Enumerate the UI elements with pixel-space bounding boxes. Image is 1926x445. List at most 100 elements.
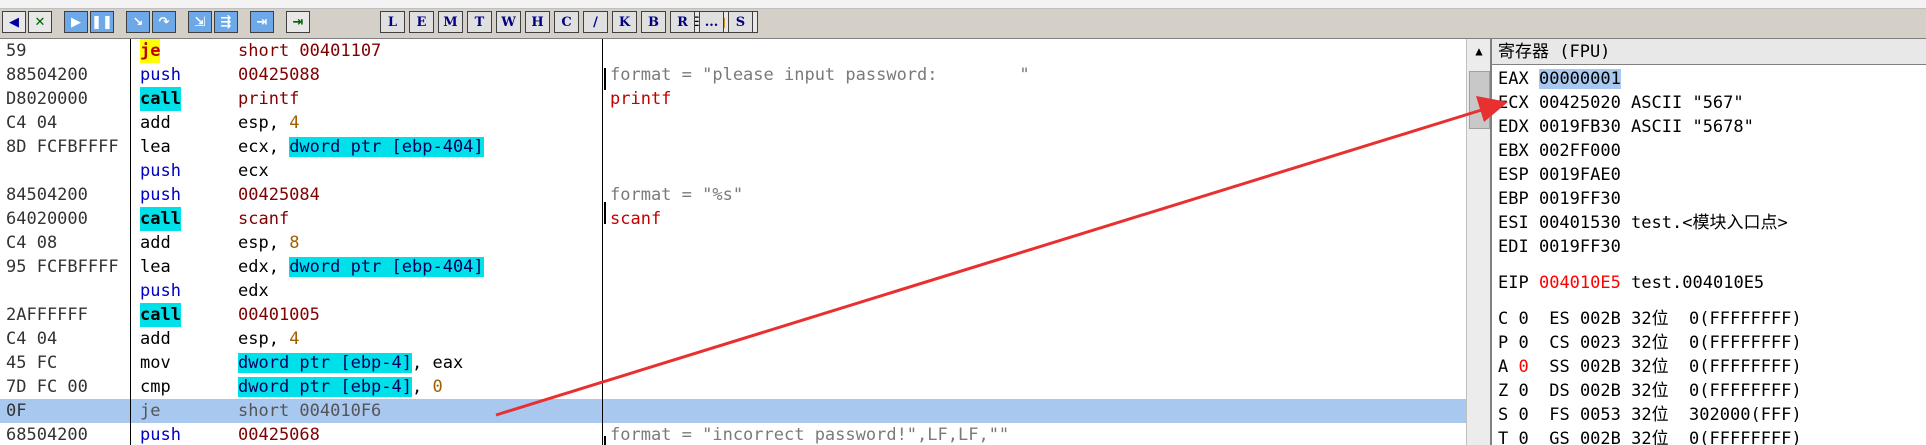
disasm-row[interactable]: 59 je short 00401107 (0, 39, 1466, 63)
register-eax[interactable]: EAX 00000001 (1498, 67, 1621, 91)
register-row[interactable]: EBX 002FF000 (1498, 139, 1621, 163)
toolbar-letter-button[interactable]: R (670, 11, 695, 33)
flag-row[interactable]: Z 0 DS 002B 32位 0(FFFFFFFF) (1498, 379, 1802, 403)
close-icon[interactable]: ✕ (28, 11, 52, 33)
disasm-row[interactable]: push edx (0, 279, 1466, 303)
segment-register[interactable]: SS 002B 32位 0(FFFFFFFF) (1549, 357, 1801, 377)
flag-value[interactable]: 0 (1519, 381, 1529, 401)
register-row[interactable]: EDI 0019FF30 (1498, 235, 1621, 259)
registers-pane[interactable]: 寄存器 (FPU) EAX 00000001 ECX 00425020 ASCI… (1490, 39, 1926, 445)
go-to-icon[interactable]: ⇥ (286, 11, 310, 33)
trace-into-icon[interactable]: ⇲ (188, 11, 212, 33)
disasm-row[interactable]: 95 FCFBFFFF lea edx, dword ptr [ebp-404] (0, 255, 1466, 279)
register-eax-value[interactable]: 00000001 (1538, 69, 1621, 89)
toolbar-letter-button[interactable]: E (409, 11, 434, 33)
flag-value[interactable]: 0 (1519, 333, 1529, 353)
disasm-row[interactable]: 7D FC 00 cmp dword ptr [ebp-4], 0 (0, 375, 1466, 399)
flag-value[interactable]: 0 (1519, 405, 1529, 425)
disasm-row[interactable]: 2AFFFFFF call 00401005 (0, 303, 1466, 327)
disasm-operands: printf (238, 87, 299, 111)
pause-icon[interactable]: ❚❚ (90, 11, 114, 33)
segment-register[interactable]: CS 0023 32位 0(FFFFFFFF) (1549, 333, 1801, 353)
toolbar-letter-button[interactable]: ... (699, 11, 724, 33)
flag-row[interactable]: T 0 GS 002B 32位 0(FFFFFFFF) (1498, 427, 1802, 445)
scroll-up-icon[interactable]: ▲ (1467, 39, 1491, 63)
disasm-mnemonic: cmp (140, 377, 171, 397)
toolbar-letter-button[interactable]: L (380, 11, 405, 33)
disasm-operands: esp, 4 (238, 327, 299, 351)
disasm-mnemonic: push (140, 161, 181, 181)
disasm-mnemonic: call (140, 207, 181, 231)
flag-value[interactable]: 0 (1519, 309, 1529, 329)
disasm-operand: , (412, 377, 433, 397)
disasm-row[interactable]: C4 04 add esp, 4 (0, 327, 1466, 351)
scroll-thumb[interactable] (1469, 71, 1490, 129)
disasm-operands: edx, dword ptr [ebp-404] (238, 255, 484, 279)
execute-till-return-icon[interactable]: ⇥ (250, 11, 274, 33)
trace-over-icon[interactable]: ⇶ (214, 11, 238, 33)
disasm-row[interactable]: C4 04 add esp, 4 (0, 111, 1466, 135)
disasm-operand: dword ptr [ebp-4] (238, 377, 412, 397)
step-over-icon[interactable]: ↷ (152, 11, 176, 33)
register-eip[interactable]: EIP 004010E5 test.004010E5 (1498, 271, 1764, 295)
disassembly-scrollbar[interactable]: ▲ (1466, 39, 1491, 445)
disasm-row[interactable]: 8D FCFBFFFF lea ecx, dword ptr [ebp-404] (0, 135, 1466, 159)
flag-name: C (1498, 309, 1509, 329)
disasm-row[interactable]: 45 FC mov dword ptr [ebp-4], eax (0, 351, 1466, 375)
register-row[interactable]: EDX 0019FB30 ASCII "5678" (1498, 115, 1754, 139)
disasm-operand: printf (238, 89, 300, 109)
registers-header[interactable]: 寄存器 (FPU) (1492, 39, 1926, 65)
segment-register[interactable]: DS 002B 32位 0(FFFFFFFF) (1549, 381, 1801, 401)
disasm-operands: ecx, dword ptr [ebp-404] (238, 135, 484, 159)
disasm-row[interactable]: 84504200 push 00425084 format = "%s" (0, 183, 1466, 207)
disasm-row[interactable]: 64020000 call scanf scanf (0, 207, 1466, 231)
toolbar-letter-button[interactable]: T (467, 11, 492, 33)
printf-call-bracket (604, 436, 612, 445)
register-row[interactable]: EBP 0019FF30 (1498, 187, 1621, 211)
segment-register[interactable]: ES 002B 32位 0(FFFFFFFF) (1549, 309, 1801, 329)
disasm-operand: short 004010F6 (238, 401, 382, 421)
disasm-row-selected[interactable]: 0F je short 004010F6 (0, 399, 1466, 423)
toolbar-letter-button[interactable]: C (554, 11, 579, 33)
toolbar-letter-button[interactable]: / (583, 11, 608, 33)
flag-value[interactable]: 0 (1519, 429, 1529, 445)
disasm-operand: 00425068 (238, 425, 320, 445)
disasm-operand: esp, (238, 329, 290, 349)
flag-name: A (1498, 357, 1509, 377)
flag-row[interactable]: P 0 CS 0023 32位 0(FFFFFFFF) (1498, 331, 1802, 355)
disasm-row[interactable]: D8020000 call printf printf (0, 87, 1466, 111)
disasm-bytes: 0F (6, 401, 27, 421)
disasm-mnemonic: mov (140, 353, 171, 373)
disasm-bytes: C4 08 (6, 233, 58, 253)
flag-value[interactable]: 0 (1519, 357, 1529, 377)
toolbar-letter-button[interactable]: H (525, 11, 550, 33)
disassembly-pane[interactable]: 59 je short 00401107 88504200 push 00425088 fo… (0, 39, 1466, 445)
toolbar-letter-button[interactable]: K (612, 11, 637, 33)
disasm-bytes: D8020000 (6, 89, 88, 109)
toolbar-letter-button[interactable]: B (641, 11, 666, 33)
toolbar-letter-button[interactable]: W (496, 11, 521, 33)
flag-row[interactable]: C 0 ES 002B 32位 0(FFFFFFFF) (1498, 307, 1802, 331)
flag-row[interactable]: S 0 FS 0053 32位 302000(FFF) (1498, 403, 1802, 427)
prev-window-icon[interactable]: ◀ (2, 11, 26, 33)
segment-register[interactable]: GS 002B 32位 0(FFFFFFFF) (1549, 429, 1801, 445)
disasm-comment: scanf (610, 209, 662, 229)
toolbar-letter-button[interactable]: S (728, 11, 753, 33)
disasm-operands: 00401005 (238, 303, 320, 327)
register-row[interactable]: ESI 00401530 test.<模块入口点> (1498, 211, 1788, 235)
disasm-row[interactable]: C4 08 add esp, 8 (0, 231, 1466, 255)
register-row[interactable]: ECX 00425020 ASCII "567" (1498, 91, 1744, 115)
toolbar-letter-button[interactable]: M (438, 11, 463, 33)
segment-register[interactable]: FS 0053 32位 302000(FFF) (1549, 405, 1801, 425)
disasm-row[interactable]: 88504200 push 00425088 format = "please inp… (0, 63, 1466, 87)
disasm-operand: ecx (238, 161, 269, 181)
disasm-row[interactable]: push ecx (0, 159, 1466, 183)
disasm-row[interactable]: 68504200 push 00425068 format = "incorrect … (0, 423, 1466, 445)
step-into-icon[interactable]: ↘ (126, 11, 150, 33)
register-row[interactable]: ESP 0019FAE0 (1498, 163, 1621, 187)
register-eip-value[interactable]: 004010E5 (1539, 273, 1621, 293)
disasm-operands: 00425088 (238, 63, 320, 87)
disasm-mnemonic: je (140, 401, 161, 421)
run-icon[interactable]: ▶ (64, 11, 88, 33)
flag-row[interactable]: A 0 SS 002B 32位 0(FFFFFFFF) (1498, 355, 1802, 379)
